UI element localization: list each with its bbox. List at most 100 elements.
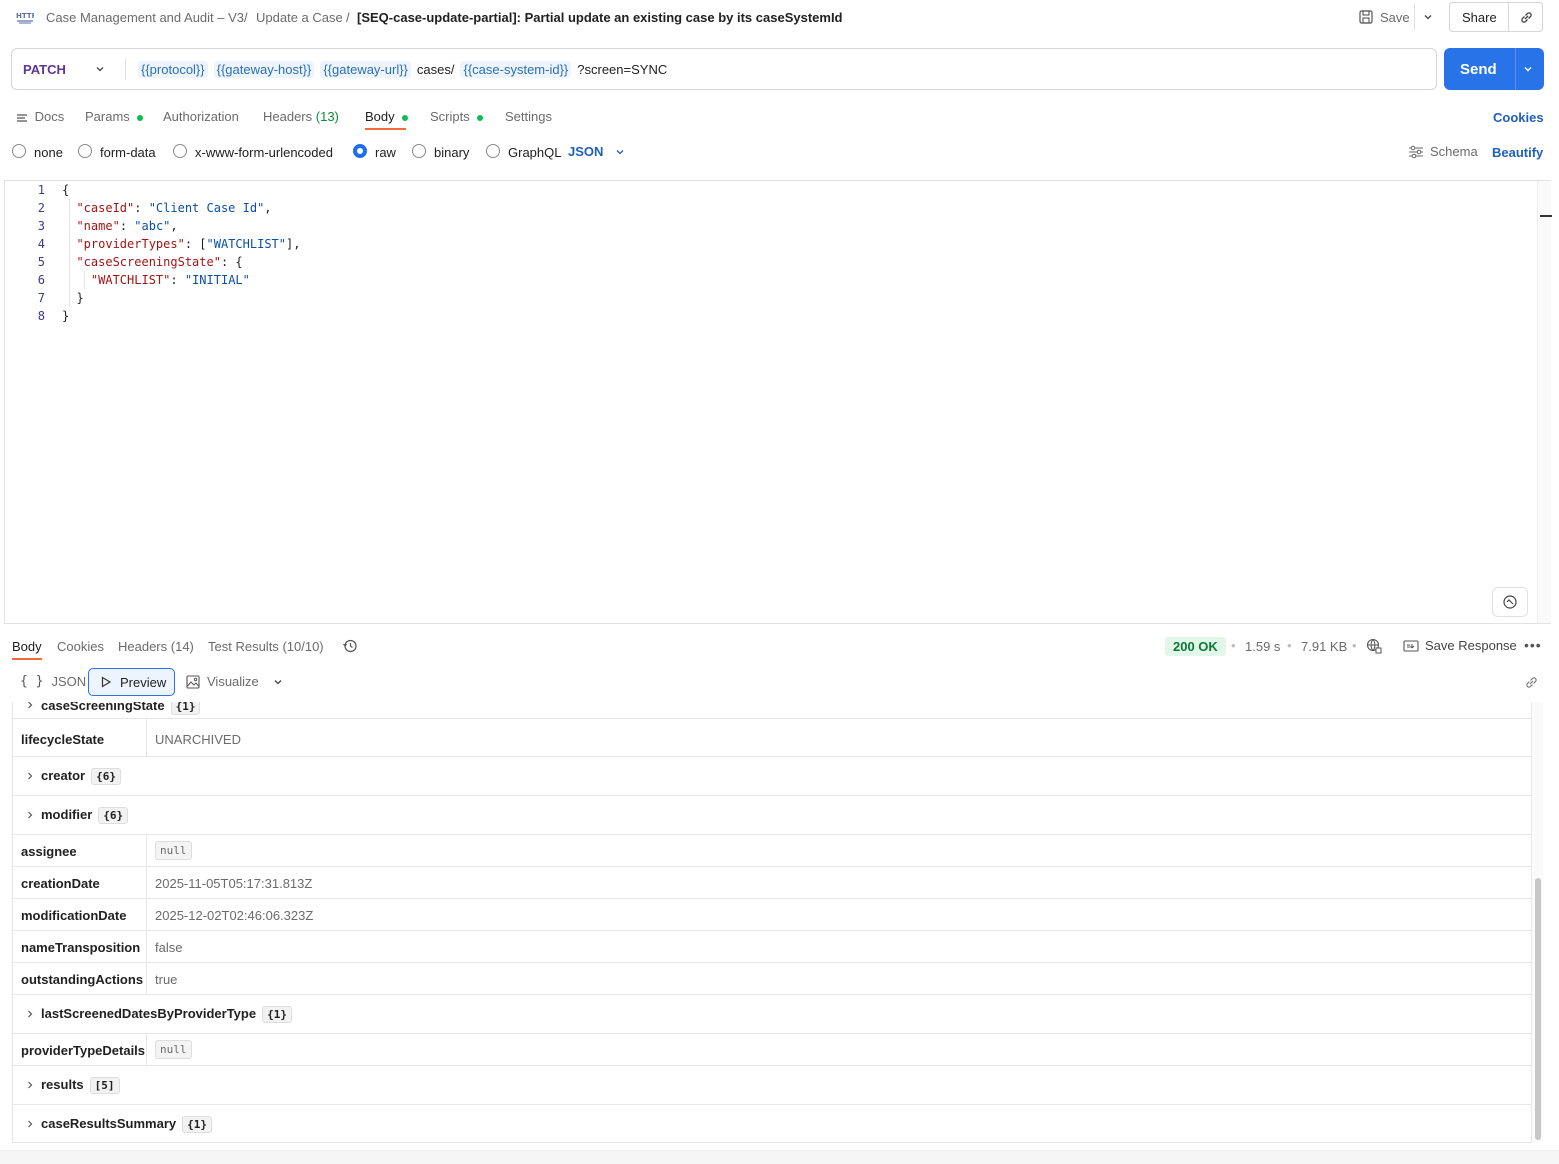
response-tab-body[interactable]: Body: [12, 639, 42, 654]
response-time[interactable]: 1.59 s: [1245, 639, 1280, 654]
breadcrumb-folder[interactable]: Update a Case: [256, 10, 343, 25]
row-value: 2025-11-05T05:17:31.813Z: [155, 876, 313, 891]
status-bar: [0, 1150, 1559, 1164]
chevron-right-icon[interactable]: [25, 810, 35, 820]
copy-link-icon[interactable]: [1519, 10, 1534, 25]
row-count-badge: {6}: [91, 768, 121, 785]
view-preview-button[interactable]: Preview: [88, 668, 175, 696]
line-number: 2: [37, 201, 45, 215]
radio-urlencoded[interactable]: [173, 144, 187, 158]
save-response-button[interactable]: Save Response: [1403, 638, 1517, 653]
format-select[interactable]: JSON: [568, 144, 626, 159]
tab-scripts[interactable]: Scripts: [430, 109, 484, 124]
url-variable[interactable]: {{case-system-id}}: [460, 61, 572, 78]
method-label: PATCH: [23, 62, 66, 77]
method-select[interactable]: PATCH: [12, 49, 125, 89]
url-variable[interactable]: {{gateway-host}}: [213, 61, 315, 78]
view-json-button[interactable]: { } JSON: [20, 674, 86, 689]
table-row[interactable]: results [5]: [13, 1066, 1531, 1105]
table-row[interactable]: creator {6}: [13, 757, 1531, 796]
history-icon[interactable]: [342, 638, 358, 654]
url-variable[interactable]: {{protocol}}: [138, 61, 208, 78]
tab-body[interactable]: Body: [365, 109, 409, 124]
row-key: assignee: [21, 844, 77, 859]
radio-raw[interactable]: [353, 144, 367, 158]
editor-scrollbar[interactable]: [1537, 181, 1552, 623]
play-icon: [100, 676, 112, 688]
column-divider: [146, 1034, 147, 1065]
response-tab-tests[interactable]: Test Results (10/10): [208, 639, 324, 654]
save-icon: [1358, 9, 1374, 25]
table-row[interactable]: modifier {6}: [13, 796, 1531, 835]
divider: [125, 58, 126, 80]
url-variable[interactable]: {{gateway-url}}: [320, 61, 411, 78]
row-key: lifecycleState: [21, 732, 105, 747]
chevron-right-icon[interactable]: [25, 771, 35, 781]
code-token: "caseScreeningState": {: [76, 255, 243, 269]
network-icon[interactable]: [1366, 638, 1382, 654]
sliders-icon: [1408, 145, 1424, 159]
row-count-badge: {6}: [98, 807, 129, 824]
row-key: creationDate: [21, 876, 100, 891]
radio-graphql[interactable]: [486, 144, 500, 158]
table-row[interactable]: caseScreeningState {1}: [13, 702, 1531, 719]
chevron-right-icon[interactable]: [25, 1009, 35, 1019]
status-dot: [402, 114, 409, 121]
status-badge: 200 OK: [1165, 637, 1226, 656]
table-row[interactable]: lastScreenedDatesByProviderType {1}: [13, 995, 1531, 1034]
column-divider: [146, 835, 147, 866]
more-options-icon[interactable]: •••: [1524, 637, 1542, 653]
tab-params[interactable]: Params: [85, 109, 144, 124]
send-options-chevron-icon[interactable]: [1522, 63, 1534, 75]
chevron-down-icon: [614, 146, 626, 158]
radio-binary[interactable]: [412, 144, 426, 158]
request-title[interactable]: [SEQ-case-update-partial]: Partial updat…: [357, 10, 843, 25]
chevron-down-icon[interactable]: [272, 676, 284, 688]
column-divider: [146, 899, 147, 930]
view-visualize-button[interactable]: Visualize: [186, 674, 259, 689]
tab-headers[interactable]: Headers (13): [263, 109, 339, 124]
tests-count: (10/10): [282, 639, 324, 654]
chevron-right-icon[interactable]: [25, 1119, 35, 1129]
radio-urlencoded-label: x-www-form-urlencoded: [195, 145, 333, 160]
radio-none[interactable]: [12, 144, 26, 158]
beautify-button[interactable]: Beautify: [1492, 145, 1543, 160]
line-number: 8: [37, 309, 45, 323]
body-editor[interactable]: 1 2 3 4 5 6 7 8 { "caseId": "Client Case…: [4, 180, 1552, 624]
send-button[interactable]: Send: [1460, 61, 1497, 78]
table-row[interactable]: caseResultsSummary {1}: [13, 1105, 1531, 1142]
link-icon[interactable]: [1524, 675, 1539, 690]
tab-settings[interactable]: Settings: [505, 109, 552, 124]
share-button[interactable]: Share: [1462, 10, 1497, 25]
cookies-link[interactable]: Cookies: [1493, 110, 1544, 125]
response-size[interactable]: 7.91 KB: [1301, 639, 1347, 654]
ai-assist-button[interactable]: [1492, 587, 1528, 617]
breadcrumb-collection[interactable]: Case Management and Audit – V3: [46, 10, 244, 25]
tab-authorization[interactable]: Authorization: [163, 109, 239, 124]
tab-headers-label: Headers: [263, 109, 313, 124]
table-row: creationDate 2025-11-05T05:17:31.813Z: [13, 867, 1531, 899]
code-token: }: [62, 291, 84, 305]
row-key: results [5]: [41, 1077, 120, 1094]
response-tab-headers-label: Headers: [118, 639, 168, 654]
row-count-badge: {1}: [170, 702, 201, 715]
response-tab-headers[interactable]: Headers (14): [118, 639, 194, 654]
schema-button[interactable]: Schema: [1408, 144, 1478, 159]
tab-params-label: Params: [85, 109, 130, 124]
save-button[interactable]: Save: [1358, 4, 1410, 30]
url-input[interactable]: {{protocol}} {{gateway-host}} {{gateway-…: [138, 61, 667, 78]
chevron-right-icon[interactable]: [25, 1080, 35, 1090]
row-value: true: [155, 972, 178, 987]
code-line: "providerTypes": ["WATCHLIST"],: [62, 237, 300, 251]
column-divider: [146, 963, 147, 994]
tab-docs[interactable]: Docs: [16, 109, 64, 124]
scrollbar-thumb[interactable]: [1535, 878, 1541, 1140]
row-key: caseResultsSummary {1}: [41, 1116, 213, 1133]
response-scrollbar[interactable]: [1533, 702, 1543, 1143]
radio-form-data[interactable]: [78, 144, 92, 158]
chevron-right-icon[interactable]: [25, 702, 35, 710]
code-token: }: [62, 309, 70, 323]
view-preview-label: Preview: [120, 674, 167, 690]
response-tab-cookies[interactable]: Cookies: [57, 639, 104, 654]
save-options-chevron-icon[interactable]: [1422, 11, 1434, 23]
